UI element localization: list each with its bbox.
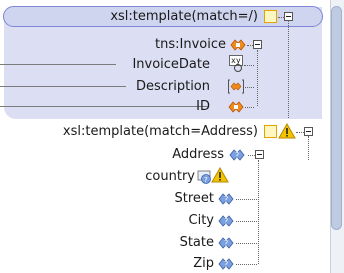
tree-row-label: Zip — [193, 256, 214, 271]
unknown-element-icon: ? — [229, 149, 245, 161]
unknown-element-icon: ? — [218, 215, 234, 227]
svg-text:?: ? — [224, 239, 228, 248]
collapse-toggle[interactable] — [253, 40, 262, 49]
tree-row-label: Description — [135, 79, 210, 94]
tree-connector — [244, 65, 254, 66]
tree-row-template-root[interactable]: xsl:template(match=/) — [0, 7, 330, 27]
tree-row-label: tns:Invoice — [155, 37, 226, 52]
element-icon — [230, 39, 246, 51]
tree-row-label: Street — [174, 191, 214, 206]
tree-connector — [288, 20, 289, 118]
template-icon — [264, 10, 277, 23]
attribute-xy-icon: xy — [228, 55, 244, 72]
tree-row-template-address[interactable]: xsl:template(match=Address) — [0, 121, 330, 143]
tree-row-street[interactable]: Street ? — [0, 189, 330, 209]
tree-row-city[interactable]: City ? — [0, 211, 330, 231]
tree-row-label: InvoiceDate — [132, 57, 210, 72]
tree-row-label: City — [188, 213, 214, 228]
tree-connector — [296, 132, 304, 133]
svg-text:?: ? — [224, 260, 228, 269]
tree-row-label: xsl:template(match=Address) — [62, 124, 258, 139]
xsl-mapper-tree-panel: xsl:template(match=/) tns:Invoice Invoic… — [0, 0, 344, 273]
tree-connector — [236, 221, 257, 222]
tree-row-invoice-date[interactable]: InvoiceDate xy — [0, 55, 330, 75]
collapse-toggle[interactable] — [304, 127, 313, 136]
svg-text:?: ? — [224, 217, 228, 226]
tree-row-invoice[interactable]: tns:Invoice — [0, 35, 330, 55]
tree-connector — [245, 107, 254, 108]
tree-row-description[interactable]: Description — [0, 77, 330, 97]
tree-connector — [236, 199, 257, 200]
tree-connector — [258, 160, 259, 264]
tree-connector — [308, 136, 309, 160]
tree-row-label: xsl:template(match=/) — [110, 9, 258, 24]
scrollbar-thumb[interactable] — [331, 6, 342, 230]
warning-icon — [278, 123, 296, 139]
unknown-element-icon: ? — [218, 193, 234, 205]
template-icon — [264, 125, 277, 138]
mapping-line — [0, 64, 116, 65]
tree-row-zip[interactable]: Zip ? — [0, 254, 330, 273]
tree-row-label: State — [179, 235, 214, 250]
tree-row-country[interactable]: country ? — [0, 167, 330, 187]
tree-row-label: country — [145, 169, 195, 184]
tree-connector — [248, 155, 255, 156]
tree-row-label: Address — [172, 147, 224, 162]
optional-element-icon — [228, 79, 244, 94]
collapse-toggle[interactable] — [255, 150, 264, 159]
tree-row-id[interactable]: ID — [0, 97, 330, 117]
unknown-element-icon: ? — [218, 258, 234, 270]
svg-text:?: ? — [224, 195, 228, 204]
unknown-element-icon: ? — [218, 237, 234, 249]
mapping-line — [0, 86, 126, 87]
tree-row-address[interactable]: Address ? — [0, 145, 330, 165]
mapping-line — [0, 106, 208, 107]
tree-connector — [236, 243, 257, 244]
element-icon — [228, 101, 244, 113]
warning-icon — [211, 167, 229, 183]
tree-connector — [236, 264, 257, 265]
svg-text:?: ? — [204, 176, 208, 184]
tree-connector — [257, 50, 258, 106]
tree-connector — [245, 87, 254, 88]
tree-row-state[interactable]: State ? — [0, 233, 330, 253]
tree-row-label: ID — [196, 99, 210, 114]
svg-text:?: ? — [235, 151, 239, 160]
